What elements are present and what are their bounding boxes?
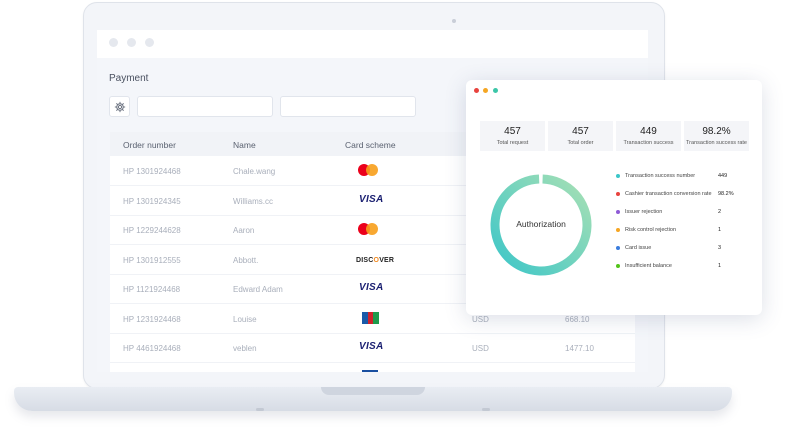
card-minimize-dot[interactable] [483,88,488,93]
settings-button[interactable] [109,96,130,117]
kpi-total-request: 457 Total request [480,121,545,151]
visa-logo: VISA [359,282,384,293]
table-row[interactable] [110,363,635,372]
column-header-order-number[interactable]: Order number [123,140,176,150]
donut-center-label: Authorization [516,219,566,229]
gear-icon [114,101,125,112]
name-cell: Williams.cc [233,197,273,206]
window-close-dot[interactable] [109,38,118,47]
order-number-cell: HP 1121924468 [123,285,181,294]
order-number-cell: HP 1231924468 [123,315,181,324]
window-maximize-dot[interactable] [145,38,154,47]
currency-cell: USD [472,344,489,353]
legend-item: Insufficient balance 1 [616,262,751,272]
visa-logo: VISA [359,194,384,205]
legend-dot [616,174,620,178]
order-number-cell: HP 1301924345 [123,197,181,206]
legend-item: Card issue 3 [616,244,751,254]
order-number-cell: HP 1229244628 [123,226,181,235]
amount-cell: 1477.10 [565,344,594,353]
window-titlebar [97,30,648,58]
discover-logo: DISCOVER [356,257,395,264]
card-maximize-dot[interactable] [493,88,498,93]
legend-dot [616,264,620,268]
name-cell: Chale.wang [233,167,276,176]
legend-item: Transaction success number 449 [616,172,751,182]
legend-item: Risk control rejection 1 [616,226,751,236]
legend-item: Cashier transaction conversion rate 98.2… [616,190,751,200]
amount-cell: 668.10 [565,315,590,324]
order-number-cell: HP 1301924468 [123,167,181,176]
laptop-foot [256,408,264,411]
laptop-base [14,387,732,411]
legend-dot [616,192,620,196]
filter-input-2[interactable] [280,96,416,117]
name-cell: Abbott. [233,256,259,265]
column-header-card-scheme[interactable]: Card scheme [345,140,396,150]
visa-logo: VISA [359,341,384,352]
legend-dot [616,246,620,250]
jcb-logo [358,312,380,324]
name-cell: Edward Adam [233,285,283,294]
laptop-base-notch [321,387,425,395]
name-cell: veblen [233,344,257,353]
order-number-cell: HP 4461924468 [123,344,181,353]
legend-item: Issuer rejection 2 [616,208,751,218]
filter-input-1[interactable] [137,96,273,117]
table-row[interactable]: HP 4461924468 veblen VISA USD 1477.10 [110,333,635,363]
kpi-total-order: 457 Total order [548,121,613,151]
kpi-transaction-success: 449 Transaction success [616,121,681,151]
laptop-foot [482,408,490,411]
order-number-cell: HP 1301912555 [123,256,181,265]
visa-logo-partial [358,363,378,372]
currency-cell: USD [472,315,489,324]
legend-dot [616,210,620,214]
camera-dot [452,19,456,23]
card-close-dot[interactable] [474,88,479,93]
kpi-transaction-success-rate: 98.2% Transaction success rate [684,121,749,151]
window-minimize-dot[interactable] [127,38,136,47]
authorization-stats-card: 457 Total request 457 Total order 449 Tr… [466,80,762,315]
name-cell: Aaron [233,226,255,235]
column-header-name[interactable]: Name [233,140,256,150]
name-cell: Louise [233,315,257,324]
legend-dot [616,228,620,232]
page-title: Payment [109,73,149,84]
